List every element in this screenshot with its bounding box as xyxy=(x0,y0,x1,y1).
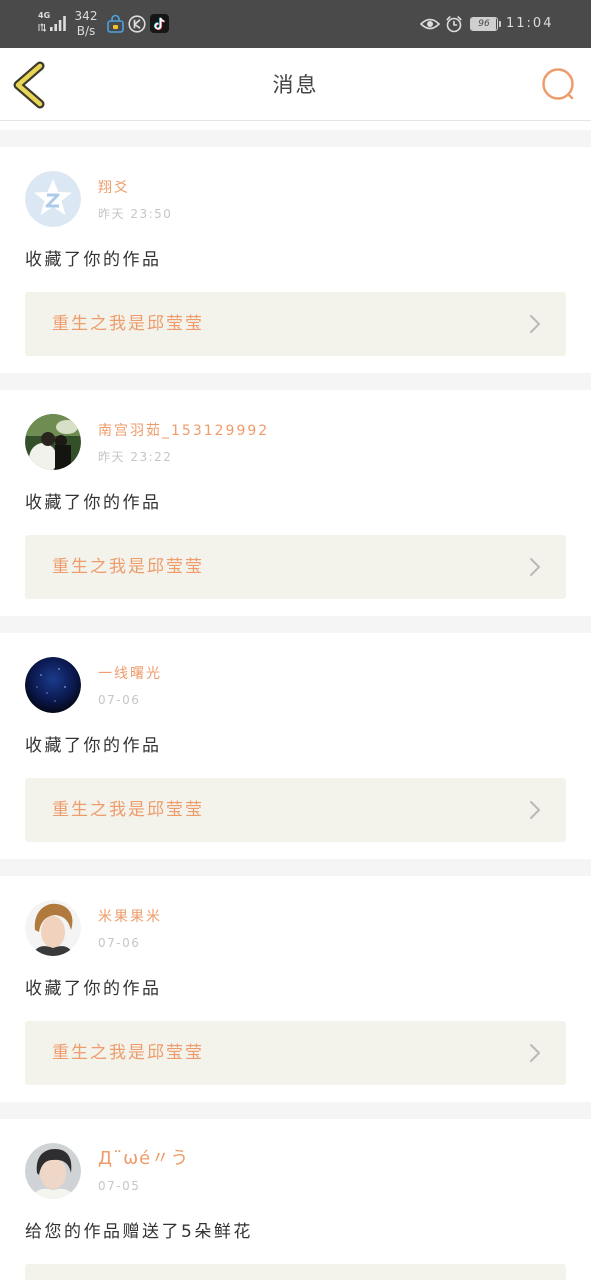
notification-card: 南宫羽茹_153129992 昨天 23:22 收藏了你的作品 重生之我是邱莹莹 xyxy=(0,390,591,616)
notification-card: 米果果米 07-06 收藏了你的作品 重生之我是邱莹莹 xyxy=(0,876,591,1102)
avatar[interactable] xyxy=(25,657,81,713)
data-arrows-icon xyxy=(38,23,47,32)
net-speed-value: 342 xyxy=(74,9,98,23)
notification-card: 翔爻 昨天 23:50 收藏了你的作品 重生之我是邱莹莹 xyxy=(0,147,591,373)
work-link[interactable]: 重生之我是邱莹莹 xyxy=(25,1021,566,1085)
work-link[interactable]: 重生之我是邱莹莹 xyxy=(25,292,566,356)
search-button[interactable] xyxy=(538,62,580,106)
net-speed-unit: B/s xyxy=(76,24,96,38)
notification-card: 一线曙光 07-06 收藏了你的作品 重生之我是邱莹莹 xyxy=(0,633,591,859)
notification-card: Д¨ωé〃う 07-05 给您的作品赠送了5朵鲜花 xyxy=(0,1119,591,1280)
work-link[interactable]: 重生之我是邱莹莹 xyxy=(25,778,566,842)
action-text: 收藏了你的作品 xyxy=(25,736,162,756)
work-title: 重生之我是邱莹莹 xyxy=(52,557,204,577)
avatar-image xyxy=(25,657,81,713)
work-title: 重生之我是邱莹莹 xyxy=(52,1043,204,1063)
timestamp: 07-06 xyxy=(98,936,141,950)
lock-bag-icon xyxy=(107,14,124,33)
header-spacer xyxy=(0,121,591,130)
chevron-right-icon xyxy=(530,558,540,576)
timestamp: 07-05 xyxy=(98,1179,141,1193)
notification-list: 翔爻 昨天 23:50 收藏了你的作品 重生之我是邱莹莹 南宫羽茹_153129… xyxy=(0,121,591,1280)
action-text: 收藏了你的作品 xyxy=(25,493,162,513)
battery-level: 96 xyxy=(478,19,490,29)
work-link[interactable]: 重生之我是邱莹莹 xyxy=(25,535,566,599)
user-name[interactable]: 一线曙光 xyxy=(98,664,162,684)
avatar[interactable] xyxy=(25,1143,81,1199)
clock: 11:04 xyxy=(506,16,554,31)
user-name[interactable]: Д¨ωé〃う xyxy=(98,1149,189,1169)
signal-icon xyxy=(50,16,66,31)
default-avatar-image xyxy=(25,171,81,227)
timestamp: 昨天 23:50 xyxy=(98,207,173,221)
battery-icon: 96 xyxy=(470,17,498,31)
chevron-right-icon xyxy=(530,1044,540,1062)
chevron-right-icon xyxy=(530,315,540,333)
top-bar: 消息 xyxy=(0,48,591,121)
alarm-icon xyxy=(446,16,462,33)
avatar-image xyxy=(25,1143,81,1199)
avatar-image xyxy=(25,414,81,470)
timestamp: 昨天 23:22 xyxy=(98,450,173,464)
chevron-right-icon xyxy=(530,801,540,819)
work-title: 重生之我是邱莹莹 xyxy=(52,800,204,820)
k-circle-icon xyxy=(128,15,146,33)
battery-nub xyxy=(499,21,501,27)
timestamp: 07-06 xyxy=(98,693,141,707)
user-name[interactable]: 南宫羽茹_153129992 xyxy=(98,421,269,441)
work-title: 重生之我是邱莹莹 xyxy=(52,314,204,334)
user-name[interactable]: 翔爻 xyxy=(98,178,130,198)
action-text: 收藏了你的作品 xyxy=(25,250,162,270)
tiktok-icon xyxy=(150,14,169,33)
search-icon xyxy=(542,68,574,100)
avatar-image xyxy=(25,900,81,956)
status-bar: 4G 342 B/s 96 11:04 xyxy=(0,0,591,48)
action-text: 收藏了你的作品 xyxy=(25,979,162,999)
net-speed: 342 B/s xyxy=(72,9,100,39)
action-text: 给您的作品赠送了5朵鲜花 xyxy=(25,1222,253,1242)
avatar[interactable] xyxy=(25,171,81,227)
work-link[interactable] xyxy=(25,1264,566,1280)
page-title: 消息 xyxy=(272,73,319,97)
avatar[interactable] xyxy=(25,414,81,470)
user-name[interactable]: 米果果米 xyxy=(98,907,162,927)
avatar[interactable] xyxy=(25,900,81,956)
eye-icon xyxy=(420,18,440,30)
